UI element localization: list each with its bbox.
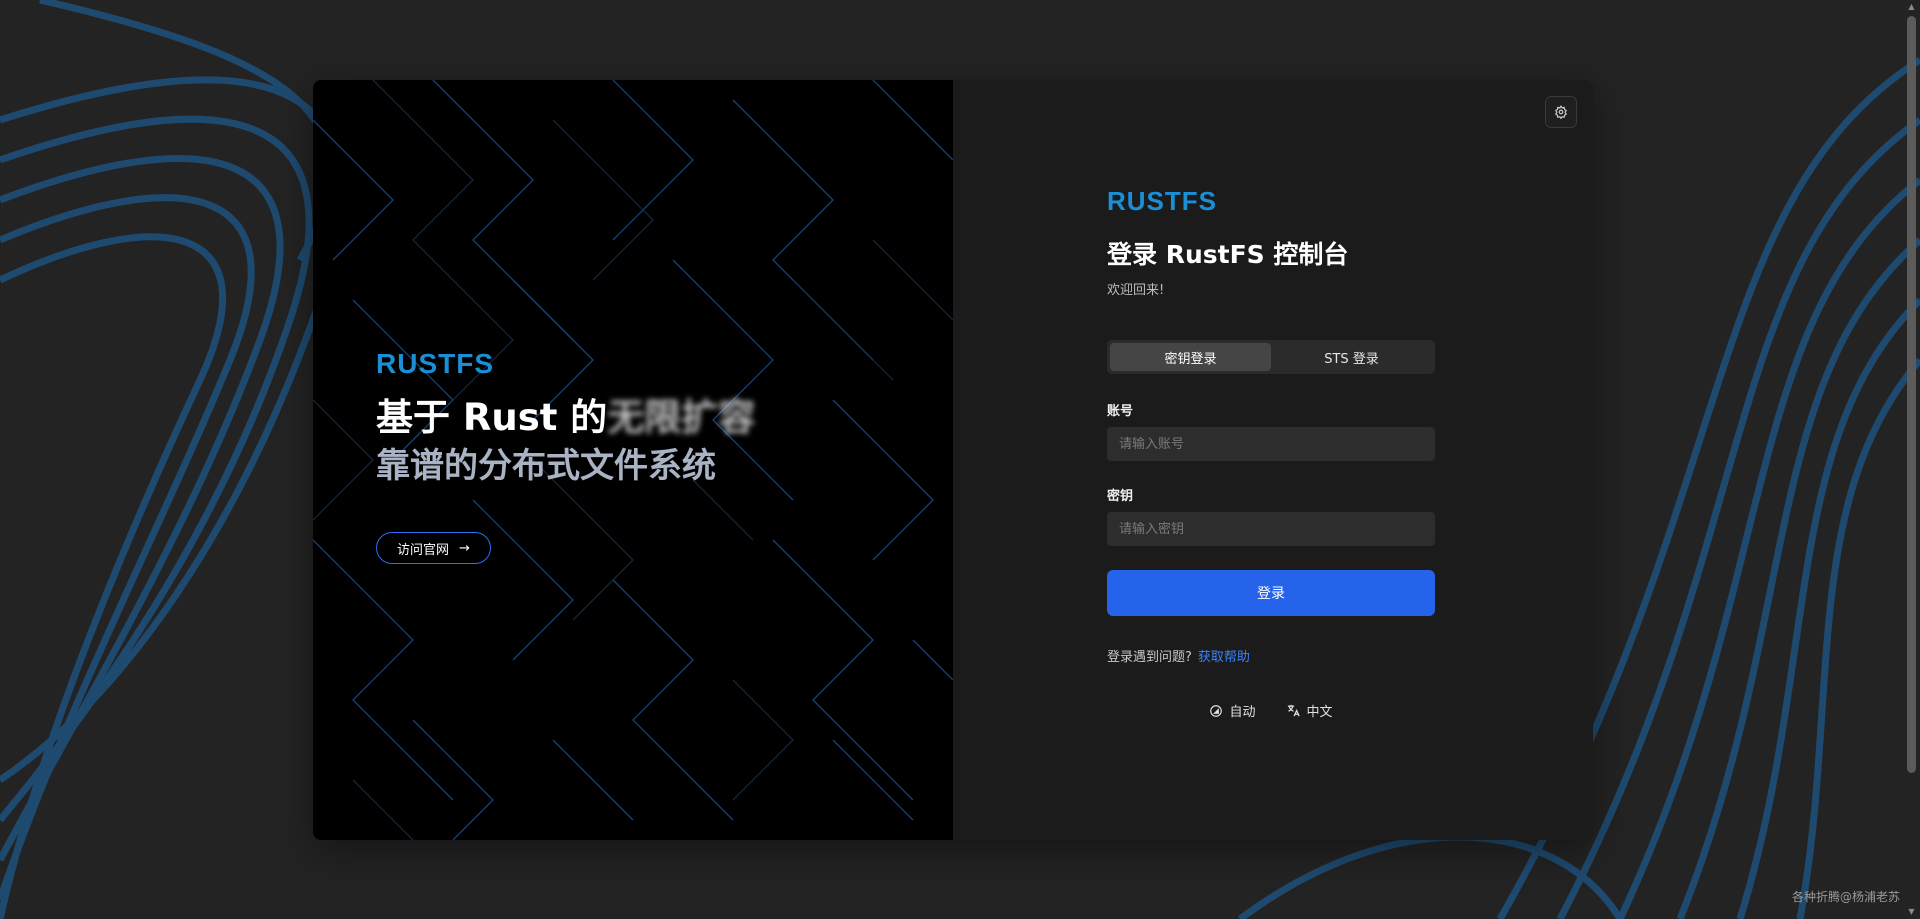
secret-label: 密钥 <box>1107 489 1134 504</box>
login-form: RUSTFS 登录 RustFS 控制台 欢迎回来! 密钥登录 STS 登录 账… <box>1107 186 1435 720</box>
preferences-row: 自动 中文 <box>1107 701 1435 720</box>
login-panel: RUSTFS 登录 RustFS 控制台 欢迎回来! 密钥登录 STS 登录 账… <box>953 80 1593 840</box>
settings-button[interactable] <box>1545 96 1577 128</box>
tab-key-login[interactable]: 密钥登录 <box>1110 343 1271 371</box>
headline-line-2: 靠谱的分布式文件系统 <box>376 446 716 486</box>
language-toggle[interactable]: 中文 <box>1286 701 1333 720</box>
headline-primary: 基于 Rust 的 <box>376 396 608 439</box>
secret-input[interactable] <box>1107 512 1435 546</box>
visit-website-button[interactable]: 访问官网 → <box>376 532 491 564</box>
form-logo: RUSTFS <box>1107 186 1217 216</box>
gear-icon <box>1554 105 1568 119</box>
account-label: 账号 <box>1107 404 1134 419</box>
help-link[interactable]: 获取帮助 <box>1198 650 1250 665</box>
help-text: 登录遇到问题? <box>1107 650 1192 665</box>
login-card: RUSTFS 基于 Rust 的无限扩容 靠谱的分布式文件系统 访问官网 → R… <box>313 80 1593 840</box>
brand-logo: RUSTFS <box>376 348 494 379</box>
scroll-down-arrow[interactable]: ▼ <box>1907 907 1916 917</box>
help-row: 登录遇到问题? 获取帮助 <box>1107 646 1435 665</box>
page-title: 登录 RustFS 控制台 <box>1107 240 1349 269</box>
language-label: 中文 <box>1306 705 1333 720</box>
arrow-right-icon: → <box>459 540 470 556</box>
visit-website-label: 访问官网 <box>397 542 450 558</box>
login-method-tabs: 密钥登录 STS 登录 <box>1107 340 1435 374</box>
page-subtitle: 欢迎回来! <box>1107 283 1165 298</box>
watermark: 各种折腾@杨浦老苏 <box>1791 890 1900 904</box>
headline-line-1: 基于 Rust 的无限扩容 <box>376 394 755 442</box>
translate-icon <box>1287 704 1300 717</box>
scrollbar-thumb[interactable] <box>1907 16 1916 773</box>
theme-label: 自动 <box>1229 705 1256 720</box>
account-input[interactable] <box>1107 427 1435 461</box>
brand-panel: RUSTFS 基于 Rust 的无限扩容 靠谱的分布式文件系统 访问官网 → <box>313 80 953 840</box>
scroll-up-arrow[interactable]: ▲ <box>1907 2 1916 12</box>
theme-auto-icon <box>1210 704 1223 717</box>
theme-toggle[interactable]: 自动 <box>1209 701 1256 720</box>
headline-blurred: 无限扩容 <box>607 396 756 439</box>
tab-sts-login[interactable]: STS 登录 <box>1271 343 1432 371</box>
login-button[interactable]: 登录 <box>1107 570 1435 616</box>
